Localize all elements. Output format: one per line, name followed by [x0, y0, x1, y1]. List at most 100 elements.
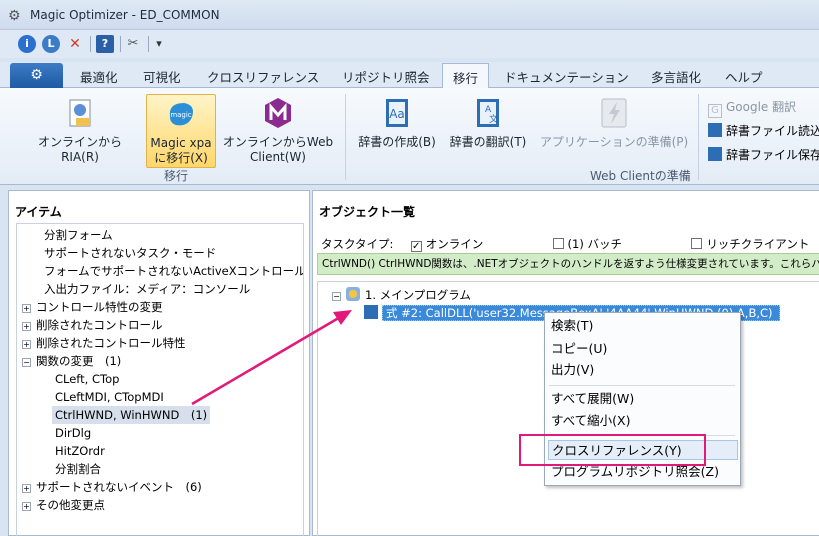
tab-help[interactable]: ヘルプ	[725, 67, 763, 87]
menu-item-output[interactable]: 出力(V)	[551, 360, 594, 380]
expand-icon[interactable]: +	[22, 484, 31, 493]
tree-item-collapsed[interactable]: + その他変更点	[22, 496, 105, 514]
save-dictionary-file-button[interactable]: 辞書ファイル保存	[708, 146, 819, 163]
toolbar-separator	[148, 36, 149, 52]
load-file-icon	[708, 123, 722, 137]
tree-item-collapsed[interactable]: + コントロール特性の変更	[22, 298, 163, 316]
tree-item-label: 削除されたコントロール特性	[36, 336, 186, 350]
tree-item[interactable]: CLeft, CTop	[55, 370, 119, 388]
load-dictionary-file-label: 辞書ファイル読込	[726, 124, 819, 138]
online-to-webclient-label-2: Client(W)	[250, 150, 306, 164]
close-icon[interactable]: ✕	[66, 35, 84, 53]
expand-icon[interactable]: +	[22, 304, 31, 313]
tree-item[interactable]: サポートされないタスク・モード	[44, 244, 216, 262]
items-pane: アイテム 分割フォーム サポートされないタスク・モード フォームでサポートされな…	[8, 190, 310, 536]
tree-item[interactable]: DirDlg	[55, 424, 91, 442]
prepare-application-button[interactable]: アプリケーションの準備(P)	[536, 96, 692, 150]
tree-item-collapsed[interactable]: + 削除されたコントロール特性	[22, 334, 186, 352]
title-bar: ⚙ Magic Optimizer - ED_COMMON	[0, 0, 819, 30]
tree-item[interactable]: HitZOrdr	[55, 442, 105, 460]
tab-localization[interactable]: 多言語化	[651, 67, 701, 87]
main-program-label: 1. メインプログラム	[365, 288, 471, 302]
save-dictionary-file-label: 辞書ファイル保存	[726, 148, 819, 162]
tree-item-selected[interactable]: CtrlHWND, WinHWND (1)	[52, 406, 211, 424]
group-separator	[345, 94, 346, 180]
batch-checkbox-label: (1) バッチ	[567, 237, 622, 251]
menu-separator	[549, 385, 735, 386]
expression-icon	[364, 305, 378, 319]
expand-icon[interactable]: +	[22, 502, 31, 511]
tree-item-collapsed[interactable]: + 削除されたコントロール	[22, 316, 163, 334]
l4-icon[interactable]: L	[42, 35, 60, 53]
tab-migrate[interactable]: 移行	[442, 63, 490, 89]
migrate-to-xpa-button[interactable]: magic Magic xpa に移行(X)	[146, 94, 216, 168]
menu-item-copy[interactable]: コピー(U)	[551, 339, 607, 359]
task-type-filter: タスクタイプ: ✓ オンライン (1) バッチ リッチクライアント	[321, 236, 809, 252]
magic-m-icon	[261, 96, 295, 130]
magic-xpa-logo-icon: magic	[164, 97, 198, 131]
online-checkbox-label: オンライン	[425, 237, 484, 251]
google-translate-button[interactable]: G Google 翻訳	[708, 98, 796, 118]
save-file-icon	[708, 147, 722, 161]
help-book-icon[interactable]: ?	[96, 35, 114, 53]
online-to-webclient-label-1: オンラインからWeb	[222, 135, 334, 149]
tab-documentation[interactable]: ドキュメンテーション	[504, 67, 629, 87]
annotation-highlight-box	[519, 434, 706, 466]
tools-icon[interactable]: ✂	[124, 35, 142, 53]
tree-item-label: その他変更点	[36, 498, 105, 512]
tree-item-expanded[interactable]: − 関数の変更 (1)	[22, 352, 121, 370]
tab-cross-reference[interactable]: クロスリファレンス	[207, 67, 319, 87]
online-to-ria-button[interactable]: オンラインからRIA(R)	[20, 96, 140, 165]
online-to-ria-label: オンラインからRIA(R)	[37, 135, 122, 164]
tab-optimize[interactable]: 最適化	[80, 67, 118, 87]
tree-node-main-program[interactable]: − 1. メインプログラム	[332, 286, 471, 304]
menu-item-search[interactable]: 検索(T)	[551, 316, 593, 336]
tree-item[interactable]: 分割割合	[55, 460, 101, 478]
load-dictionary-file-button[interactable]: 辞書ファイル読込	[708, 122, 819, 139]
tree-item-label: サポートされないイベント (6)	[36, 480, 202, 494]
menu-item-expand-all[interactable]: すべて展開(W)	[551, 389, 634, 409]
group-label-migrate: 移行	[164, 169, 189, 183]
translate-dictionary-button[interactable]: A文 辞書の翻訳(T)	[446, 96, 530, 150]
prepare-application-label: アプリケーションの準備(P)	[539, 135, 689, 149]
migrate-to-xpa-label-1: Magic xpa	[150, 136, 212, 150]
create-dictionary-button[interactable]: Aa 辞書の作成(B)	[355, 96, 439, 150]
online-to-webclient-button[interactable]: オンラインからWeb Client(W)	[222, 96, 334, 165]
tree-item[interactable]: 入出力ファイル：メディア：コンソール	[44, 280, 250, 298]
svg-text:A: A	[485, 105, 492, 115]
tree-item-label: 関数の変更 (1)	[36, 354, 122, 368]
ria-icon	[63, 96, 97, 130]
collapse-icon[interactable]: −	[332, 292, 341, 301]
program-icon	[346, 287, 360, 301]
tree-item[interactable]: 分割フォーム	[44, 226, 113, 244]
tab-repository[interactable]: リポジトリ照会	[342, 67, 430, 87]
translate-icon: A文	[471, 96, 505, 130]
svg-text:文: 文	[489, 113, 498, 125]
menu-item-collapse-all[interactable]: すべて縮小(X)	[551, 411, 630, 431]
qat-dropdown-icon[interactable]: ▾	[150, 35, 168, 53]
collapse-icon[interactable]: −	[22, 358, 31, 367]
group-separator	[698, 94, 699, 180]
tree-item[interactable]: CLeftMDI, CTopMDI	[55, 388, 164, 406]
ribbon-tabs: ⚙ 最適化 可視化 クロスリファレンス リポジトリ照会 移行 ドキュメンテーショ…	[0, 62, 819, 89]
group-label-webclient: Web Clientの準備	[590, 169, 691, 183]
info-icon[interactable]: i	[18, 35, 36, 53]
tree-item[interactable]: フォームでサポートされないActiveXコントロール	[44, 262, 303, 280]
tab-visualize[interactable]: 可視化	[143, 67, 181, 87]
online-checkbox[interactable]: ✓	[410, 241, 422, 252]
batch-checkbox[interactable]	[552, 238, 564, 249]
app-gear-icon: ⚙	[8, 8, 21, 24]
tree-item-collapsed[interactable]: + サポートされないイベント (6)	[22, 478, 202, 496]
file-gear-icon: ⚙	[30, 67, 43, 83]
rich-client-checkbox[interactable]	[691, 238, 703, 249]
google-translate-label: Google 翻訳	[726, 100, 797, 114]
expand-icon[interactable]: +	[22, 322, 31, 331]
svg-text:Aa: Aa	[389, 107, 405, 121]
file-tab[interactable]: ⚙	[10, 63, 63, 88]
items-tree[interactable]: 分割フォーム サポートされないタスク・モード フォームでサポートされないActi…	[16, 223, 304, 536]
dictionary-aa-icon: Aa	[380, 96, 414, 130]
rich-client-checkbox-label: リッチクライアント	[706, 237, 810, 251]
expand-icon[interactable]: +	[22, 340, 31, 349]
window-title: Magic Optimizer - ED_COMMON	[30, 8, 220, 22]
object-list-title: オブジェクト一覧	[319, 205, 416, 219]
